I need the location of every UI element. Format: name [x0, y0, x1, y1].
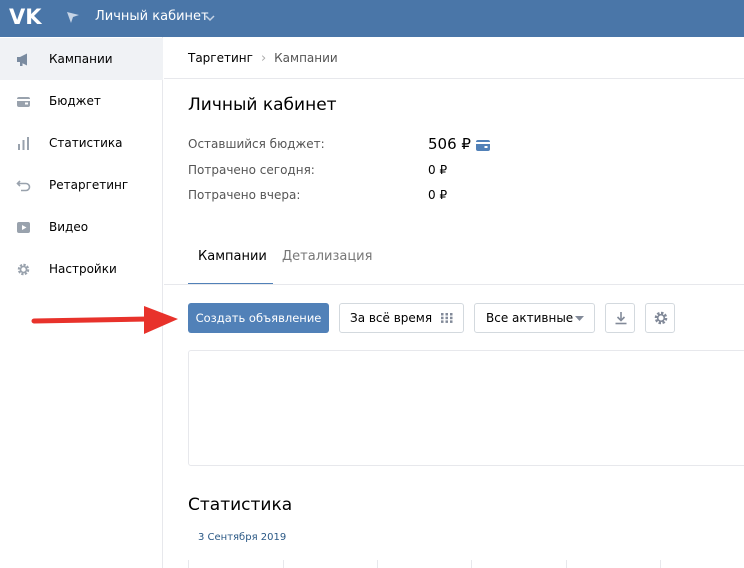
sidebar-item-label: Ретаргетинг	[49, 178, 129, 192]
table-settings-button[interactable]	[645, 303, 675, 333]
page-title: Личный кабинет	[188, 95, 337, 115]
statistics-title: Статистика	[188, 495, 293, 515]
sidebar-item-label: Кампании	[49, 52, 113, 66]
svg-text:VK: VK	[9, 5, 42, 29]
spent-today-label: Потрачено сегодня:	[188, 163, 315, 177]
chart-grid-line	[188, 560, 189, 568]
spent-yesterday-value: 0 ₽	[428, 188, 448, 202]
chart-grid-line	[660, 560, 661, 568]
sidebar-item-settings[interactable]: Настройки	[0, 248, 163, 290]
breadcrumb-current: Кампании	[274, 51, 338, 65]
gear-icon	[17, 263, 30, 276]
divider	[164, 78, 744, 79]
breadcrumb-targeting-link[interactable]: Таргетинг	[188, 51, 253, 65]
gear-icon	[654, 311, 668, 325]
bar-chart-icon	[18, 137, 29, 150]
spent-today-value: 0 ₽	[428, 163, 448, 177]
sidebar-item-budget[interactable]: Бюджет	[0, 80, 163, 122]
sidebar-item-label: Видео	[49, 220, 89, 234]
chart-grid-line	[471, 560, 472, 568]
spent-yesterday-label: Потрачено вчера:	[188, 188, 301, 202]
chart-grid-line	[377, 560, 378, 568]
sidebar-item-label: Настройки	[49, 262, 117, 276]
download-icon	[615, 312, 627, 325]
retarget-icon	[16, 180, 31, 192]
top-bar: VK Личный кабинет	[0, 0, 744, 37]
period-filter-button[interactable]: За всё время	[339, 303, 464, 333]
vk-logo-icon[interactable]: VK	[9, 5, 43, 29]
sidebar-item-retargeting[interactable]: Ретаргетинг	[0, 164, 163, 206]
remaining-budget-value: 506 ₽	[428, 135, 471, 153]
sidebar-item-campaigns[interactable]: Кампании	[0, 38, 163, 80]
remaining-budget-label: Оставшийся бюджет:	[188, 137, 325, 151]
sidebar: Кампании Бюджет Статистика Ретаргетинг В…	[0, 37, 163, 568]
caret-down-icon	[575, 316, 584, 321]
tab-campaigns[interactable]: Кампании	[198, 249, 267, 264]
campaigns-table-panel	[188, 350, 744, 466]
chart-grid-line	[283, 560, 284, 568]
sidebar-item-label: Бюджет	[49, 94, 101, 108]
sidebar-item-label: Статистика	[49, 136, 123, 150]
period-filter-label: За всё время	[350, 311, 433, 325]
wallet-icon[interactable]	[476, 140, 490, 151]
status-filter-dropdown[interactable]: Все активные	[474, 303, 595, 333]
chart-grid-line	[566, 560, 567, 568]
create-ad-button[interactable]: Создать объявление	[188, 303, 329, 333]
statistics-date[interactable]: 3 Сентября 2019	[198, 532, 286, 543]
status-filter-label: Все активные	[486, 311, 574, 325]
download-button[interactable]	[605, 303, 635, 333]
grid-icon	[441, 313, 453, 323]
sidebar-item-statistics[interactable]: Статистика	[0, 122, 163, 164]
sidebar-item-video[interactable]: Видео	[0, 206, 163, 248]
cabinet-title[interactable]: Личный кабинет	[95, 9, 209, 24]
tab-details[interactable]: Детализация	[282, 249, 372, 264]
wallet-icon	[17, 97, 30, 107]
annotation-arrow-icon	[31, 306, 178, 334]
video-icon	[17, 222, 30, 233]
breadcrumb-separator: ›	[260, 51, 267, 66]
megaphone-icon	[17, 53, 27, 66]
breadcrumb: Таргетинг › Кампании	[188, 51, 338, 66]
tabs-divider	[164, 284, 744, 285]
cursor-arrow-icon	[67, 12, 79, 23]
chevron-down-icon[interactable]	[205, 13, 215, 23]
